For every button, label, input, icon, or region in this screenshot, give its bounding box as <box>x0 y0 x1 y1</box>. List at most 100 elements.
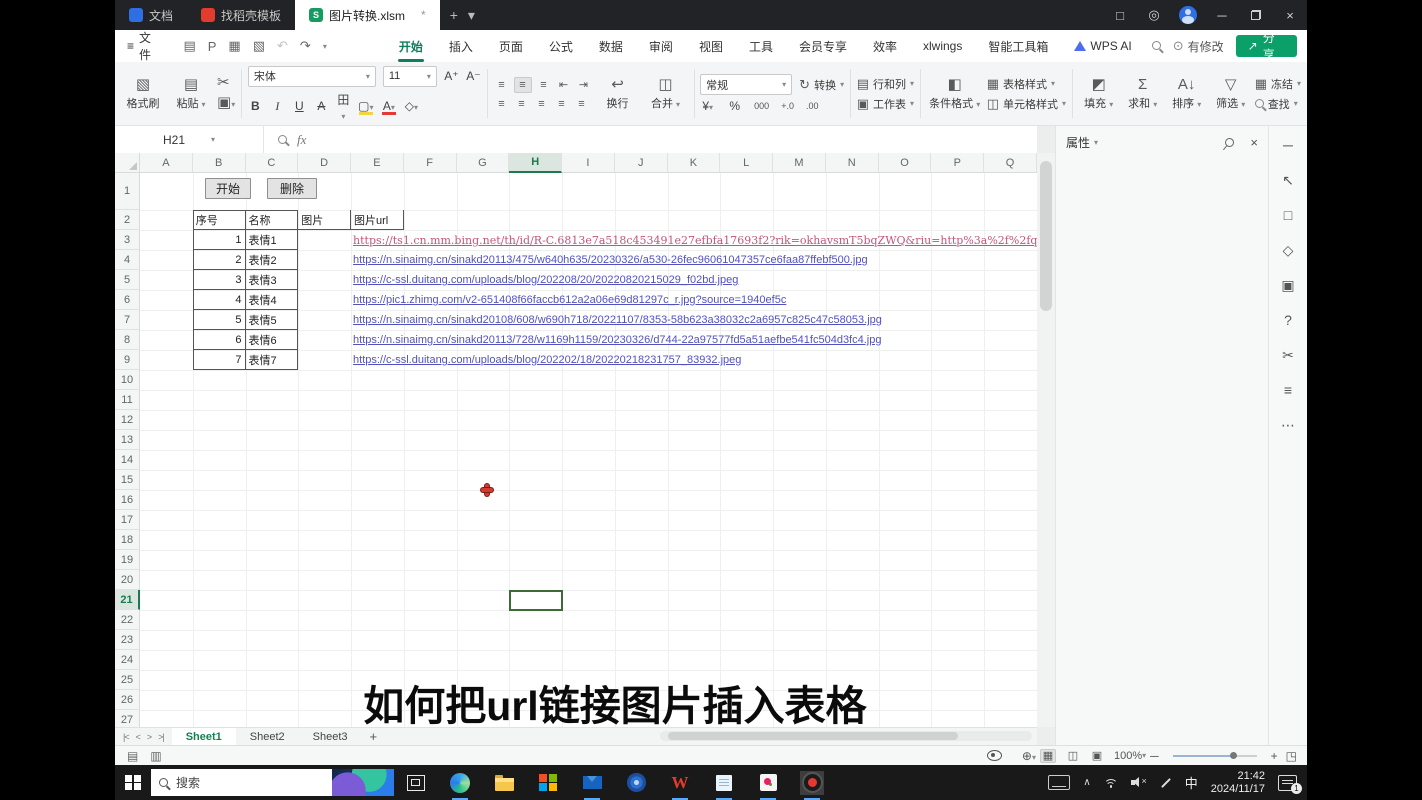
fullscreen-icon[interactable]: ◳ <box>1286 749 1297 763</box>
skin-settings-icon[interactable]: ◎ <box>1137 0 1171 30</box>
cell-url-link[interactable]: https://c-ssl.duitang.com/uploads/blog/2… <box>353 274 738 286</box>
redo-icon[interactable]: ↷ <box>300 38 311 54</box>
volume-muted-icon[interactable]: × <box>1131 777 1147 788</box>
font-name-select[interactable]: 宋体▾ <box>248 66 376 87</box>
photos-app-button[interactable] <box>756 771 780 795</box>
column-header-L[interactable]: L <box>720 153 773 173</box>
row-header-4[interactable]: 4 <box>115 250 140 270</box>
font-color-button[interactable]: A▾ <box>381 99 397 113</box>
row-header-25[interactable]: 25 <box>115 670 140 690</box>
convert-button[interactable]: ↻转换▾ <box>799 77 844 93</box>
zoom-dropdown-icon[interactable]: ▾ <box>1142 751 1146 760</box>
increase-indent-icon[interactable]: ⇥ <box>576 78 592 92</box>
search-artwork-image[interactable] <box>332 769 394 796</box>
thousands-format-button[interactable]: 000 <box>754 101 769 111</box>
menu-item-公式[interactable]: 公式 <box>547 32 575 61</box>
row-header-19[interactable]: 19 <box>115 550 140 570</box>
row-header-22[interactable]: 22 <box>115 610 140 630</box>
column-header-N[interactable]: N <box>826 153 879 173</box>
menu-item-效率[interactable]: 效率 <box>871 32 899 61</box>
filter-button[interactable]: ▽ 筛选 ▾ <box>1211 77 1251 111</box>
view-page-break-icon[interactable]: ▣ <box>1090 750 1104 762</box>
cell-no[interactable]: 3 <box>193 270 246 290</box>
percent-format-button[interactable]: % <box>727 99 742 113</box>
cell-name[interactable]: 表情7 <box>246 350 299 370</box>
row-header-6[interactable]: 6 <box>115 290 140 310</box>
zoom-slider-knob[interactable] <box>1230 752 1237 759</box>
align-bottom-icon[interactable]: ≡ <box>536 78 552 92</box>
status-selection-icon[interactable]: ▤ <box>127 749 138 763</box>
justify-icon[interactable]: ≡ <box>554 97 570 111</box>
column-header-B[interactable]: B <box>193 153 246 173</box>
sheet-tab-Sheet1[interactable]: Sheet1 <box>172 728 236 745</box>
row-header-12[interactable]: 12 <box>115 410 140 430</box>
zoom-in-button[interactable]: + <box>1271 749 1278 763</box>
row-header-27[interactable]: 27 <box>115 710 140 727</box>
file-explorer-button[interactable] <box>492 771 516 795</box>
vertical-scrollbar[interactable] <box>1037 153 1055 727</box>
decrease-font-icon[interactable]: A⁻ <box>466 69 481 83</box>
cut-icon[interactable]: ✂ <box>217 75 235 91</box>
underline-button[interactable]: U <box>292 99 307 113</box>
print-icon[interactable]: ▦ <box>228 38 240 54</box>
pin-icon[interactable] <box>1224 136 1237 149</box>
menu-item-审阅[interactable]: 审阅 <box>647 32 675 61</box>
ime-indicator[interactable]: 中 <box>1185 773 1198 792</box>
format-painter-button[interactable]: ▧ 格式刷 <box>121 77 165 111</box>
column-header-C[interactable]: C <box>246 153 299 173</box>
cell-url-link[interactable]: https://ts1.cn.mm.bing.net/th/id/R-C.681… <box>353 234 1037 247</box>
row-header-1[interactable]: 1 <box>115 173 140 210</box>
cut-tool-icon[interactable]: ✂ <box>1282 348 1294 362</box>
align-middle-icon[interactable]: ≡ <box>514 77 532 93</box>
file-menu-button[interactable]: ≡ 文件 <box>115 29 173 63</box>
row-header-24[interactable]: 24 <box>115 650 140 670</box>
column-header-G[interactable]: G <box>457 153 510 173</box>
view-page-layout-icon[interactable]: ◫ <box>1066 750 1080 762</box>
conditional-format-button[interactable]: ◧ 条件格式 ▾ <box>927 77 983 111</box>
fill-button[interactable]: ◩ 填充 ▾ <box>1079 77 1119 111</box>
more-tools-icon[interactable]: ⋯ <box>1281 418 1295 432</box>
share-button[interactable]: ↗ 分享 <box>1236 35 1297 57</box>
view-normal-icon[interactable]: ▦ <box>1040 749 1056 763</box>
cell-url-link[interactable]: https://c-ssl.duitang.com/uploads/blog/2… <box>353 354 741 366</box>
microsoft-store-button[interactable] <box>536 771 560 795</box>
row-header-15[interactable]: 15 <box>115 470 140 490</box>
zoom-out-button[interactable]: ─ <box>1150 749 1159 763</box>
worksheet-button[interactable]: ▣工作表▾ <box>857 96 914 112</box>
font-size-select[interactable]: 11▾ <box>383 66 437 87</box>
align-right-icon[interactable]: ≡ <box>534 97 550 111</box>
row-header-21[interactable]: 21 <box>115 590 140 610</box>
cell-no[interactable]: 7 <box>193 350 246 370</box>
eraser-button[interactable]: ◇▾ <box>404 99 419 113</box>
number-format-select[interactable]: 常规▾ <box>700 74 792 95</box>
cell-name[interactable]: 表情4 <box>246 290 299 310</box>
cell-name[interactable]: 表情1 <box>246 230 299 250</box>
collapse-icon[interactable]: ─ <box>1283 138 1293 152</box>
cell-name[interactable]: 表情3 <box>246 270 299 290</box>
active-cell-selection[interactable] <box>509 590 563 611</box>
column-header-A[interactable]: A <box>140 153 193 173</box>
restore-button[interactable] <box>1239 0 1273 30</box>
cell-url-link[interactable]: https://n.sinaimg.cn/sinakd20113/475/w64… <box>353 254 868 266</box>
edge-browser-button[interactable] <box>448 771 472 795</box>
locate-icon[interactable]: ⊕▾ <box>1022 749 1036 763</box>
eye-protect-icon[interactable] <box>987 750 1002 761</box>
table-style-button[interactable]: ▦表格样式▾ <box>987 76 1066 92</box>
prev-sheet-icon[interactable]: < <box>136 732 140 742</box>
panel-close-icon[interactable]: × <box>1250 135 1258 150</box>
column-header-P[interactable]: P <box>931 153 984 173</box>
row-header-20[interactable]: 20 <box>115 570 140 590</box>
row-header-13[interactable]: 13 <box>115 430 140 450</box>
wps-office-button[interactable]: W <box>668 771 692 795</box>
print-preview-icon[interactable]: ▧ <box>253 38 265 54</box>
chart-tool-icon[interactable]: ◇ <box>1283 243 1294 257</box>
cell-no[interactable]: 6 <box>193 330 246 350</box>
horizontal-scrollbar[interactable] <box>660 731 1032 741</box>
close-button[interactable]: × <box>1273 0 1307 30</box>
zoom-level[interactable]: 100% <box>1114 750 1142 762</box>
row-header-2[interactable]: 2 <box>115 210 140 230</box>
cell-style-button[interactable]: ◫单元格样式▾ <box>987 96 1066 112</box>
row-header-16[interactable]: 16 <box>115 490 140 510</box>
currency-format-button[interactable]: ¥▾ <box>700 99 715 113</box>
account-avatar[interactable] <box>1171 0 1205 30</box>
